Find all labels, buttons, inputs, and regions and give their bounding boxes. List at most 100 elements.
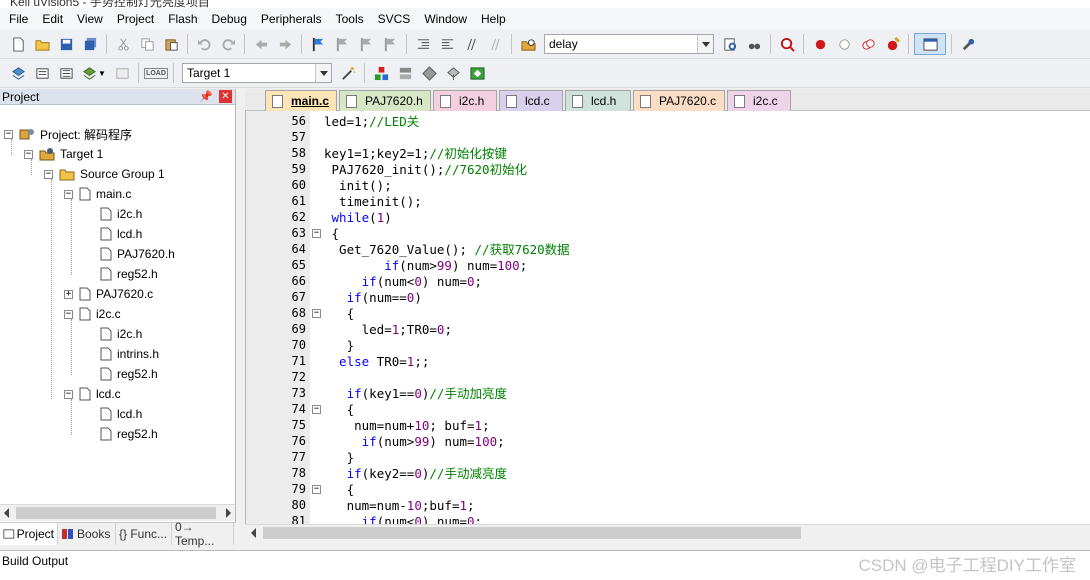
menu-tools[interactable]: Tools xyxy=(329,8,371,30)
bookmark-clear-button[interactable] xyxy=(379,33,401,55)
batch-build-button[interactable]: ▼ xyxy=(79,62,109,84)
collapse-icon[interactable]: − xyxy=(64,389,73,399)
bookmark-next-button[interactable] xyxy=(355,33,377,55)
code-editor[interactable]: 56 led=1;//LED关 57 58 key1=1;key2=1;//初始化按键 5… xyxy=(245,111,1090,524)
find-button[interactable] xyxy=(719,33,741,55)
code-line[interactable]: 71 else TR0=1;; xyxy=(246,354,1090,370)
code-line[interactable]: 76 if(num>99) num=100; xyxy=(246,434,1090,450)
expand-icon[interactable]: + xyxy=(64,289,73,299)
nav-forward-button[interactable] xyxy=(274,33,296,55)
open-file-button[interactable] xyxy=(31,33,53,55)
code-line[interactable]: 74− { xyxy=(246,402,1090,418)
code-line[interactable]: 62 while(1) xyxy=(246,210,1090,226)
code-line[interactable]: 79− { xyxy=(246,482,1090,498)
scroll-left-icon[interactable] xyxy=(4,508,9,518)
select-packs-button[interactable] xyxy=(394,62,416,84)
build-button[interactable] xyxy=(31,62,53,84)
tab-main-c[interactable]: main.c xyxy=(265,90,337,111)
editor-hscrollbar[interactable] xyxy=(245,524,1090,541)
code-line[interactable]: 60 init(); xyxy=(246,178,1090,194)
tree-node-project[interactable]: − Project: 解码程序 xyxy=(4,124,132,144)
chevron-down-icon[interactable] xyxy=(315,64,331,82)
tree-node-header[interactable]: reg52.h xyxy=(100,364,158,384)
menu-peripherals[interactable]: Peripherals xyxy=(254,8,329,30)
fold-toggle-icon[interactable]: − xyxy=(312,309,321,318)
uncomment-button[interactable] xyxy=(484,33,506,55)
indent-button[interactable] xyxy=(412,33,434,55)
code-line[interactable]: 57 xyxy=(246,130,1090,146)
collapse-icon[interactable]: − xyxy=(64,189,73,199)
code-line[interactable]: 72 xyxy=(246,370,1090,386)
rebuild-button[interactable] xyxy=(55,62,77,84)
code-line[interactable]: 80 num=num-10;buf=1; xyxy=(246,498,1090,514)
tree-node-header[interactable]: reg52.h xyxy=(100,424,158,444)
code-line[interactable]: 68− { xyxy=(246,306,1090,322)
tab-books[interactable]: Books xyxy=(58,523,116,545)
enable-breakpoint-button[interactable] xyxy=(833,33,855,55)
tab-paj7620-h[interactable]: PAJ7620.h xyxy=(339,90,431,111)
target-combo[interactable]: Target 1 xyxy=(182,63,332,83)
tree-node-header[interactable]: lcd.h xyxy=(100,404,142,424)
tree-node-source-group[interactable]: − Source Group 1 xyxy=(44,164,165,184)
code-line[interactable]: 61 timeinit(); xyxy=(246,194,1090,210)
tab-lcd-c[interactable]: lcd.c xyxy=(499,90,563,111)
tab-project[interactable]: Project xyxy=(0,523,58,545)
cut-button[interactable] xyxy=(112,33,134,55)
incremental-find-button[interactable] xyxy=(743,33,765,55)
stop-build-button[interactable] xyxy=(111,62,133,84)
fold-toggle-icon[interactable]: − xyxy=(312,485,321,494)
scroll-thumb[interactable] xyxy=(16,507,216,519)
copy-button[interactable] xyxy=(136,33,158,55)
tab-lcd-h[interactable]: lcd.h xyxy=(565,90,631,111)
menu-debug[interactable]: Debug xyxy=(205,8,254,30)
code-line[interactable]: 70 } xyxy=(246,338,1090,354)
unindent-button[interactable] xyxy=(436,33,458,55)
code-line[interactable]: 78 if(key2==0)//手动减亮度 xyxy=(246,466,1090,482)
tab-i2c-c[interactable]: i2c.c xyxy=(727,90,791,111)
collapse-icon[interactable]: − xyxy=(4,129,13,139)
save-all-button[interactable] xyxy=(79,33,101,55)
tree-node-target[interactable]: − Target 1 xyxy=(24,144,103,164)
menu-svcs[interactable]: SVCS xyxy=(371,8,418,30)
bookmark-toggle-button[interactable] xyxy=(307,33,329,55)
start-debug-button[interactable] xyxy=(776,33,798,55)
tree-node-file[interactable]: − i2c.c xyxy=(64,304,121,324)
pin-icon[interactable]: 📌 xyxy=(199,90,213,103)
paste-button[interactable] xyxy=(160,33,182,55)
code-line[interactable]: 69 led=1;TR0=0; xyxy=(246,322,1090,338)
code-line[interactable]: 65 if(num>99) num=100; xyxy=(246,258,1090,274)
software-packs-button[interactable] xyxy=(466,62,488,84)
scroll-left-icon[interactable] xyxy=(251,528,256,538)
tree-node-header[interactable]: PAJ7620.h xyxy=(100,244,175,264)
collapse-icon[interactable]: − xyxy=(44,169,53,179)
menu-flash[interactable]: Flash xyxy=(161,8,204,30)
tab-templates[interactable]: 0→ Temp... xyxy=(172,520,234,548)
tab-functions[interactable]: {} Func... xyxy=(116,523,172,545)
tree-node-file[interactable]: + PAJ7620.c xyxy=(64,284,153,304)
tree-node-header[interactable]: i2c.h xyxy=(100,204,142,224)
download-button[interactable]: LOAD xyxy=(144,62,168,84)
menu-window[interactable]: Window xyxy=(417,8,474,30)
tab-i2c-h[interactable]: i2c.h xyxy=(433,90,497,111)
manage-project-button[interactable] xyxy=(370,62,392,84)
scroll-thumb[interactable] xyxy=(263,527,801,539)
disable-breakpoints-button[interactable] xyxy=(857,33,879,55)
comment-button[interactable] xyxy=(460,33,482,55)
find-combo[interactable]: delay xyxy=(544,34,714,54)
close-icon[interactable]: ✕ xyxy=(219,90,232,103)
target-options-button[interactable] xyxy=(337,62,359,84)
pack-installer-button[interactable] xyxy=(418,62,440,84)
menu-file[interactable]: File xyxy=(2,8,35,30)
nav-back-button[interactable] xyxy=(250,33,272,55)
menu-view[interactable]: View xyxy=(70,8,110,30)
new-file-button[interactable] xyxy=(7,33,29,55)
code-line[interactable]: 66 if(num<0) num=0; xyxy=(246,274,1090,290)
code-line[interactable]: 58 key1=1;key2=1;//初始化按键 xyxy=(246,146,1090,162)
window-layout-button[interactable] xyxy=(914,33,946,55)
tree-node-file[interactable]: − main.c xyxy=(64,184,131,204)
chevron-down-icon[interactable] xyxy=(697,35,713,53)
fold-toggle-icon[interactable]: − xyxy=(312,405,321,414)
scroll-right-icon[interactable] xyxy=(226,508,231,518)
code-line[interactable]: 77 } xyxy=(246,450,1090,466)
configure-button[interactable] xyxy=(957,33,979,55)
